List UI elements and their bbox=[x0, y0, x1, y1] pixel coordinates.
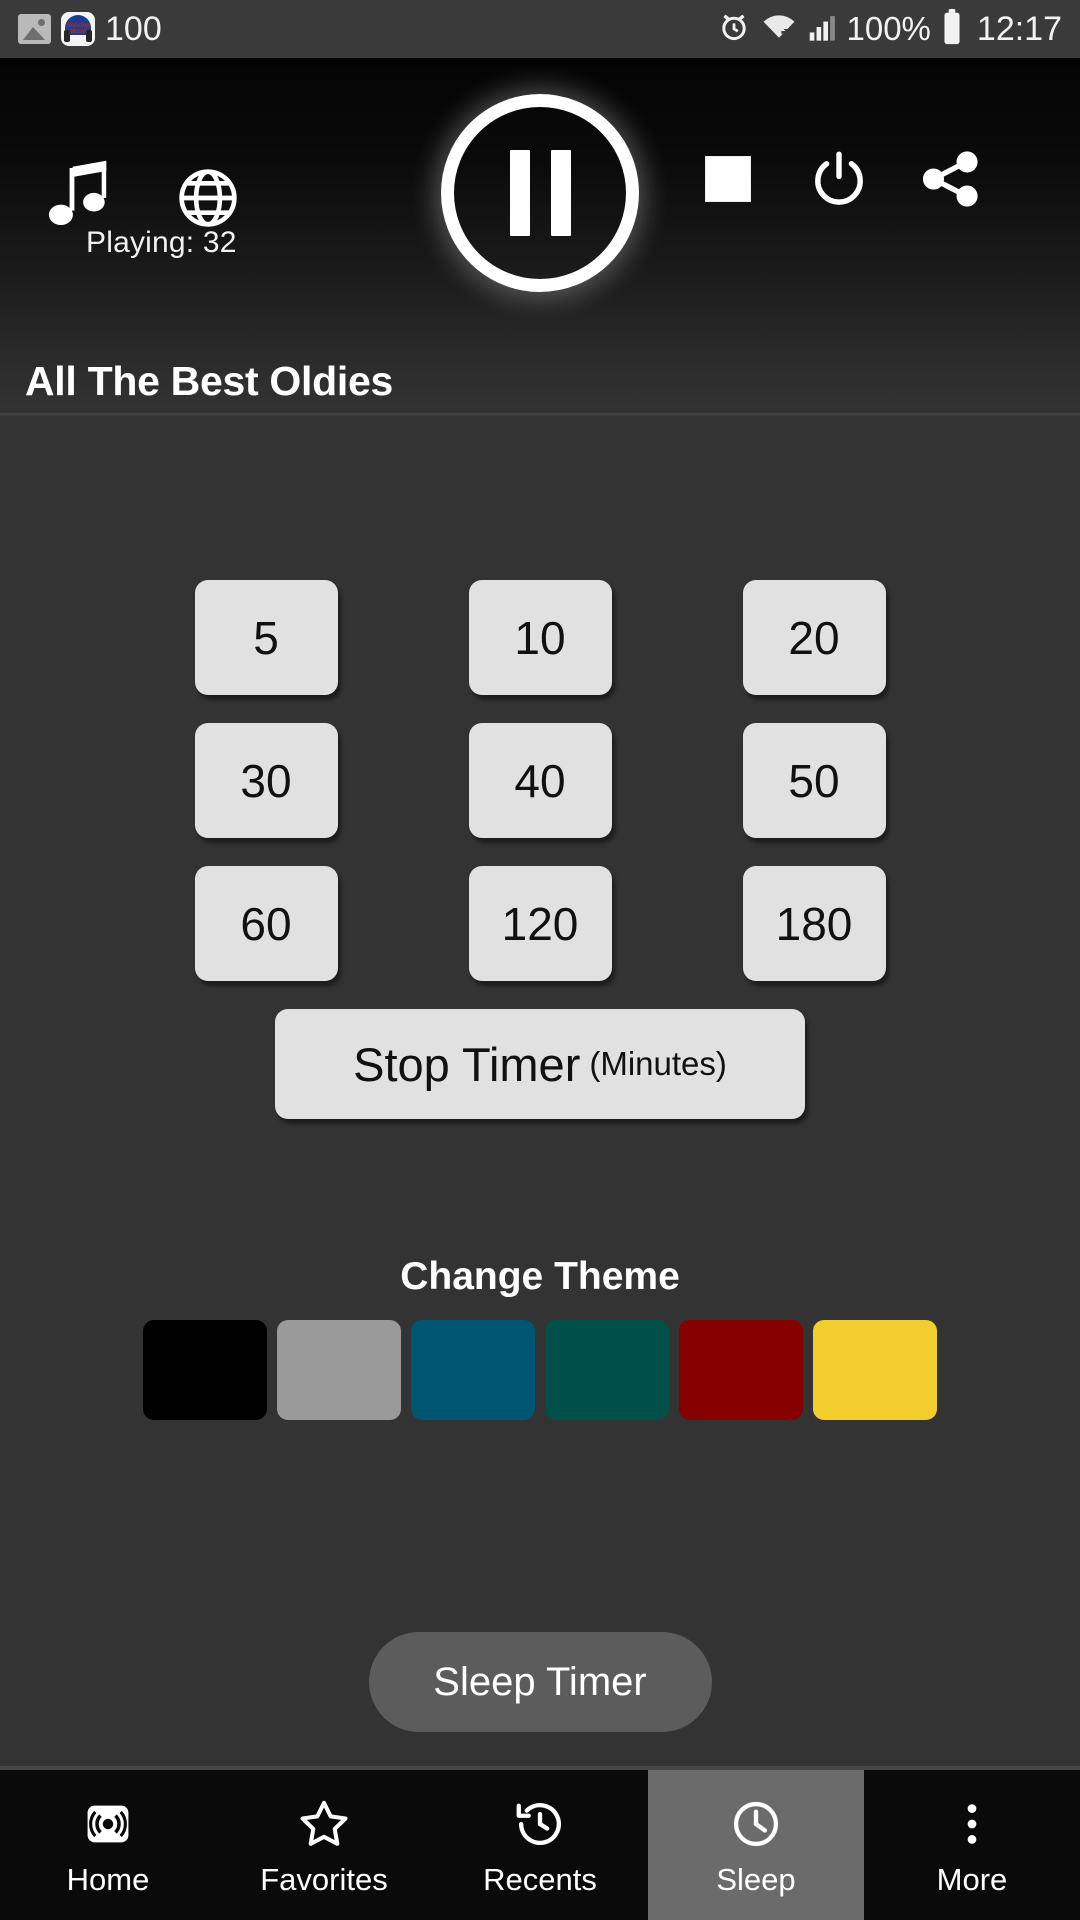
nav-label-more: More bbox=[936, 1861, 1008, 1897]
nonstop-music-app-icon: Nonstop Music bbox=[61, 12, 95, 46]
theme-swatch-yellow[interactable] bbox=[813, 1320, 937, 1420]
wifi-icon bbox=[761, 11, 797, 48]
theme-swatch-list bbox=[0, 1320, 1080, 1420]
nav-item-sleep[interactable]: Sleep bbox=[648, 1770, 864, 1920]
app-screen: Nonstop Music 100 100% 12:17 Playing: 32… bbox=[0, 0, 1080, 1920]
nav-label-home: Home bbox=[66, 1861, 150, 1897]
sleep-timer-pill-row: Sleep Timer bbox=[0, 1632, 1080, 1732]
playing-count-label: Playing: 32 bbox=[86, 226, 237, 259]
change-theme-title: Change Theme bbox=[400, 1255, 680, 1298]
theme-swatch-black[interactable] bbox=[143, 1320, 267, 1420]
clock-icon bbox=[730, 1796, 782, 1852]
pause-icon[interactable] bbox=[441, 94, 639, 292]
theme-swatch-gray[interactable] bbox=[277, 1320, 401, 1420]
nav-item-home[interactable]: Home bbox=[0, 1770, 216, 1920]
radio-broadcast-icon bbox=[83, 1796, 133, 1852]
status-bar-right: 100% 12:17 bbox=[717, 8, 1062, 50]
power-icon[interactable] bbox=[808, 148, 870, 210]
star-outline-icon bbox=[297, 1796, 351, 1852]
header-divider bbox=[0, 413, 1080, 416]
timer-button[interactable]: 40 bbox=[468, 723, 612, 838]
player-header: Playing: 32 All The Best Oldies bbox=[0, 58, 1080, 415]
nav-item-more[interactable]: More bbox=[864, 1770, 1080, 1920]
timer-button[interactable]: 180 bbox=[742, 866, 886, 981]
notification-count: 100 bbox=[105, 9, 162, 48]
history-clock-icon bbox=[514, 1796, 566, 1852]
timer-button[interactable]: 120 bbox=[468, 866, 612, 981]
stop-timer-row: Stop Timer (Minutes) bbox=[0, 1009, 1080, 1119]
theme-swatch-green[interactable] bbox=[545, 1320, 669, 1420]
theme-swatch-blue[interactable] bbox=[411, 1320, 535, 1420]
more-vertical-icon bbox=[947, 1796, 997, 1852]
battery-full-icon bbox=[941, 8, 963, 50]
pause-bar-left bbox=[509, 150, 530, 236]
gallery-icon bbox=[18, 14, 51, 44]
nav-label-favorites: Favorites bbox=[260, 1861, 388, 1897]
timer-button[interactable]: 30 bbox=[194, 723, 338, 838]
pause-bar-right bbox=[550, 150, 571, 236]
timer-button[interactable]: 20 bbox=[742, 580, 886, 695]
sleep-timer-grid: 5 10 20 30 40 50 60 120 180 Stop Timer (… bbox=[0, 580, 1080, 1119]
stop-timer-label: Stop Timer bbox=[353, 1037, 581, 1091]
station-title: All The Best Oldies bbox=[25, 358, 393, 404]
status-bar: Nonstop Music 100 100% 12:17 bbox=[0, 0, 1080, 58]
bottom-nav: Home Favorites Recents Sleep More bbox=[0, 1770, 1080, 1920]
clock-time: 12:17 bbox=[976, 9, 1062, 48]
timer-button[interactable]: 10 bbox=[468, 580, 612, 695]
timer-button[interactable]: 50 bbox=[742, 723, 886, 838]
share-icon[interactable] bbox=[918, 147, 982, 211]
globe-icon[interactable] bbox=[177, 167, 239, 229]
battery-percent-label: 100% bbox=[846, 10, 931, 47]
theme-swatch-red[interactable] bbox=[679, 1320, 803, 1420]
timer-row: 5 10 20 bbox=[0, 580, 1080, 695]
stop-timer-button[interactable]: Stop Timer (Minutes) bbox=[275, 1009, 805, 1119]
timer-row: 60 120 180 bbox=[0, 866, 1080, 981]
stop-timer-unit: (Minutes) bbox=[589, 1045, 727, 1082]
timer-button[interactable]: 5 bbox=[194, 580, 338, 695]
alarm-clock-icon bbox=[717, 10, 751, 49]
cellular-signal-icon bbox=[807, 12, 837, 47]
nav-label-recents: Recents bbox=[483, 1861, 597, 1897]
nav-item-recents[interactable]: Recents bbox=[432, 1770, 648, 1920]
sleep-timer-button[interactable]: Sleep Timer bbox=[368, 1632, 712, 1732]
timer-row: 30 40 50 bbox=[0, 723, 1080, 838]
nav-item-favorites[interactable]: Favorites bbox=[216, 1770, 432, 1920]
nav-label-sleep: Sleep bbox=[716, 1861, 796, 1897]
timer-button[interactable]: 60 bbox=[194, 866, 338, 981]
stop-icon[interactable] bbox=[703, 154, 753, 204]
status-bar-left: Nonstop Music 100 bbox=[18, 10, 162, 49]
